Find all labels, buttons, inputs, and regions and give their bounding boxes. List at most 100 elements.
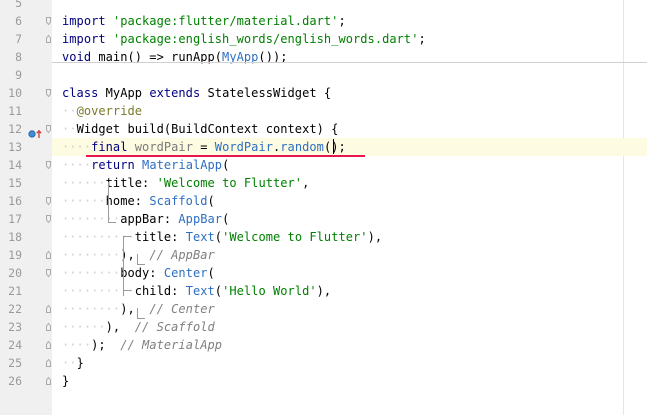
fold-start-icon[interactable] (46, 161, 51, 169)
line-number-gutter[interactable]: 5 6 7 8 9 10 11 12 13 14 15 16 17 18 19 20 21 22 23 24 25 26 (0, 0, 52, 415)
line-number: 16 (8, 194, 22, 208)
code-line-text: ··@override (62, 102, 142, 120)
code-token: ·· (62, 104, 77, 118)
code-line[interactable]: ········body: Center( (52, 264, 647, 282)
code-area[interactable]: import 'package:flutter/material.dart'; i… (52, 0, 647, 415)
code-line[interactable]: class MyApp extends StatelessWidget { (52, 84, 647, 102)
code-token: ), (105, 320, 135, 334)
code-line[interactable]: ······home: Scaffold( (52, 192, 647, 210)
gutter-line[interactable]: 11 (0, 102, 52, 120)
code-token: // Scaffold (134, 320, 215, 334)
code-token: random (280, 140, 324, 154)
gutter-line[interactable]: 13 (0, 138, 52, 156)
line-number: 14 (8, 158, 22, 172)
code-token: ········ (62, 212, 121, 226)
fold-end-icon[interactable] (46, 35, 51, 43)
gutter-line[interactable]: 23 (0, 318, 52, 336)
code-token: ···· (62, 158, 92, 172)
fold-end-icon[interactable] (46, 305, 51, 313)
code-line[interactable]: } (52, 372, 647, 390)
code-line-text: ··} (62, 354, 84, 372)
gutter-line[interactable]: 6 (0, 12, 52, 30)
line-number: 10 (8, 86, 22, 100)
code-line[interactable]: ····); // MaterialApp (52, 336, 647, 354)
code-token: ········ (62, 302, 121, 316)
code-line[interactable]: ··Widget build(BuildContext context) { (52, 120, 647, 138)
code-token: ), (120, 248, 150, 262)
fold-start-icon[interactable] (46, 125, 51, 133)
indent-guide (137, 254, 138, 264)
code-line[interactable]: ······), // Scaffold (52, 318, 647, 336)
code-token: ); (91, 338, 121, 352)
fold-end-icon[interactable] (46, 251, 51, 259)
code-token: ), (120, 302, 150, 316)
gutter-line[interactable]: 10 (0, 84, 52, 102)
code-token: ···· (62, 338, 92, 352)
gutter-line[interactable]: 17 (0, 210, 52, 228)
code-token: import (62, 14, 113, 28)
fold-start-icon[interactable] (46, 197, 51, 205)
fold-end-icon[interactable] (46, 359, 51, 367)
code-line[interactable]: ··········title: Text('Welcome to Flutte… (52, 228, 647, 246)
code-token: Center (163, 266, 208, 280)
gutter-line[interactable]: 26 (0, 372, 52, 390)
gutter-line[interactable]: 19 (0, 246, 52, 264)
code-token: class (62, 86, 106, 100)
code-line-text: import 'package:english_words/english_wo… (62, 30, 426, 48)
fold-start-icon[interactable] (46, 269, 51, 277)
code-line[interactable]: import 'package:flutter/material.dart'; (52, 12, 647, 30)
current-code-line[interactable]: ····final wordPair = WordPair.random(); (52, 138, 647, 156)
code-token: , (302, 176, 310, 190)
code-line-text: ······home: Scaffold( (62, 192, 215, 210)
fold-start-icon[interactable] (46, 17, 51, 25)
line-number: 19 (8, 248, 22, 262)
gutter-line[interactable]: 15 (0, 174, 52, 192)
code-editor[interactable]: 5 6 7 8 9 10 11 12 13 14 15 16 17 18 19 20 21 22 23 24 25 26 … (0, 0, 647, 415)
gutter-line[interactable]: 18 (0, 228, 52, 246)
code-line[interactable]: ··@override (52, 102, 647, 120)
code-token: appBar: (120, 212, 179, 226)
code-token: // AppBar (149, 248, 215, 262)
gutter-line[interactable]: 16 (0, 192, 52, 210)
gutter-line[interactable]: 21 (0, 282, 52, 300)
gutter-line[interactable]: 5 (0, 0, 52, 12)
line-number: 18 (8, 230, 22, 244)
fold-start-icon[interactable] (46, 215, 51, 223)
override-method-icon[interactable] (28, 124, 44, 138)
code-line[interactable]: import 'package:english_words/english_wo… (52, 30, 647, 48)
code-line[interactable]: void main() => runApp(MyApp()); (52, 48, 647, 66)
indent-guide (108, 182, 109, 222)
gutter-line[interactable]: 20 (0, 264, 52, 282)
code-line[interactable]: ··········child: Text('Hello World'), (52, 282, 647, 300)
code-line[interactable]: ··} (52, 354, 647, 372)
code-line[interactable] (52, 66, 647, 84)
gutter-line[interactable]: 24 (0, 336, 52, 354)
code-line[interactable]: ······title: 'Welcome to Flutter', (52, 174, 647, 192)
fold-start-icon[interactable] (46, 89, 51, 97)
gutter-line[interactable]: 14 (0, 156, 52, 174)
gutter-line[interactable]: 9 (0, 66, 52, 84)
gutter-line[interactable]: 8 (0, 48, 52, 66)
code-token: body: (120, 266, 164, 280)
line-number: 13 (8, 140, 22, 154)
code-token: } (62, 374, 70, 388)
gutter-line[interactable]: 7 (0, 30, 52, 48)
code-line[interactable] (52, 0, 647, 12)
code-token: // MaterialApp (120, 338, 223, 352)
line-number: 5 (15, 0, 22, 10)
code-token: AppBar (178, 212, 223, 226)
code-line-text: class MyApp extends StatelessWidget { (62, 84, 331, 102)
code-token: ·· (62, 122, 77, 136)
code-line[interactable]: ········), // AppBar (52, 246, 647, 264)
code-token: 'package:english_words/english_words.dar… (112, 32, 419, 46)
fold-end-icon[interactable] (46, 323, 51, 331)
gutter-line[interactable]: 22 (0, 300, 52, 318)
code-line[interactable]: ········appBar: AppBar( (52, 210, 647, 228)
gutter-line[interactable]: 25 (0, 354, 52, 372)
line-number: 21 (8, 284, 22, 298)
gutter-line[interactable]: 12 (0, 120, 52, 138)
fold-end-icon[interactable] (46, 377, 51, 385)
code-line[interactable]: ········), // Center (52, 300, 647, 318)
fold-end-icon[interactable] (46, 341, 51, 349)
code-line[interactable]: ····return MaterialApp( (52, 156, 647, 174)
